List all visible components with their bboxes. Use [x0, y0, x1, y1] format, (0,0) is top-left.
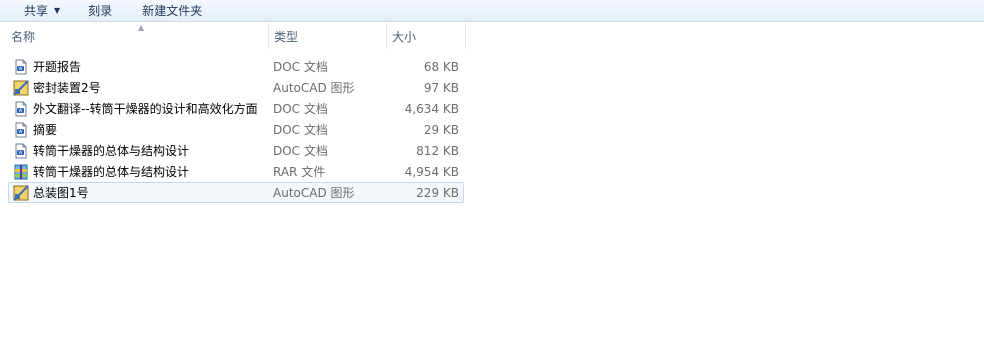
file-row[interactable]: W 转筒干燥器的总体与结构设计 DOC 文档 812 KB — [8, 140, 464, 161]
rar-file-icon — [13, 164, 29, 180]
file-name: 开题报告 — [33, 60, 82, 74]
file-size: 29 KB — [423, 122, 459, 137]
file-size: 229 KB — [416, 185, 459, 200]
file-name: 转筒干燥器的总体与结构设计 — [33, 144, 190, 158]
doc-file-icon: W — [13, 122, 29, 138]
file-row[interactable]: W 外文翻译--转筒干燥器的设计和高效化方面 DOC 文档 4,634 KB — [8, 98, 464, 119]
file-type: RAR 文件 — [273, 165, 326, 179]
column-header-bar: 名称 ▲ 类型 大小 — [0, 23, 984, 49]
file-type: DOC 文档 — [273, 60, 328, 74]
column-name-label: 名称 — [11, 29, 36, 44]
svg-text:W: W — [19, 150, 23, 155]
file-size: 812 KB — [416, 143, 459, 158]
file-type: DOC 文档 — [273, 123, 328, 137]
file-row[interactable]: 密封装置2号 AutoCAD 图形 97 KB — [8, 77, 464, 98]
file-type: AutoCAD 图形 — [273, 186, 355, 200]
file-size: 97 KB — [423, 80, 459, 95]
file-size: 4,634 KB — [404, 101, 459, 116]
file-type: DOC 文档 — [273, 144, 328, 158]
column-size-label: 大小 — [392, 29, 417, 44]
svg-text:W: W — [19, 108, 23, 113]
share-menu-button[interactable]: 共享 ▼ — [14, 0, 70, 22]
command-bar: 共享 ▼ 刻录 新建文件夹 — [0, 0, 984, 22]
file-type: DOC 文档 — [273, 102, 328, 116]
file-size: 68 KB — [423, 59, 459, 74]
column-type-label: 类型 — [274, 29, 299, 44]
svg-text:W: W — [19, 129, 23, 134]
doc-file-icon: W — [13, 59, 29, 75]
burn-label: 刻录 — [88, 4, 113, 18]
doc-file-icon: W — [13, 101, 29, 117]
share-label: 共享 — [24, 4, 49, 18]
column-header-size[interactable]: 大小 — [386, 23, 466, 49]
file-name: 外文翻译--转筒干燥器的设计和高效化方面 — [33, 102, 258, 116]
autocad-file-icon — [13, 185, 29, 201]
file-list: W 开题报告 DOC 文档 68 KB 密封装置2号 AutoCAD 图形 97… — [8, 56, 464, 203]
new-folder-button[interactable]: 新建文件夹 — [132, 0, 212, 22]
autocad-file-icon — [13, 80, 29, 96]
column-header-type[interactable]: 类型 — [268, 23, 386, 49]
file-row-selected[interactable]: 总装图1号 AutoCAD 图形 229 KB — [8, 182, 464, 203]
dropdown-caret-icon: ▼ — [54, 6, 61, 15]
file-name: 摘要 — [33, 123, 58, 137]
svg-text:W: W — [19, 66, 23, 71]
file-row[interactable]: 转筒干燥器的总体与结构设计 RAR 文件 4,954 KB — [8, 161, 464, 182]
doc-file-icon: W — [13, 143, 29, 159]
burn-button[interactable]: 刻录 — [78, 0, 122, 22]
file-size: 4,954 KB — [404, 164, 459, 179]
file-name: 密封装置2号 — [33, 81, 101, 95]
file-row[interactable]: W 摘要 DOC 文档 29 KB — [8, 119, 464, 140]
sort-ascending-icon: ▲ — [138, 23, 145, 32]
file-row[interactable]: W 开题报告 DOC 文档 68 KB — [8, 56, 464, 77]
column-header-name[interactable]: 名称 ▲ — [6, 23, 268, 49]
file-type: AutoCAD 图形 — [273, 81, 355, 95]
file-name: 转筒干燥器的总体与结构设计 — [33, 165, 190, 179]
new-folder-label: 新建文件夹 — [142, 4, 203, 18]
file-name: 总装图1号 — [33, 186, 89, 200]
